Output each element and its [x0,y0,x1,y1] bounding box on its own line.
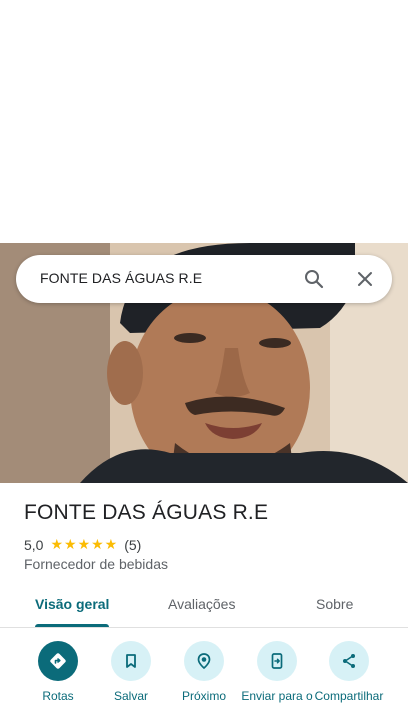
review-count: (5) [124,536,142,553]
save-label: Salvar [113,689,148,703]
directions-icon [38,641,78,681]
share-icon [329,641,369,681]
share-button[interactable]: Compartilhar [311,641,387,704]
save-button[interactable]: Salvar [93,641,169,704]
search-query[interactable]: FONTE DAS ÁGUAS R.E [40,270,202,286]
star-rating-icon: ★★★★★ [50,536,119,552]
close-icon[interactable] [353,267,377,291]
map-blank-area [0,0,408,243]
search-icon[interactable] [302,267,326,291]
tab-reviews[interactable]: Avaliações [168,596,235,612]
directions-button[interactable]: Rotas [20,641,96,704]
directions-label: Rotas [42,689,74,703]
send-to-phone-label: Enviar para o [241,689,313,703]
nearby-icon [184,641,224,681]
bookmark-icon [111,641,151,681]
tab-bar: Visão geral Avaliações Sobre [0,586,408,628]
rating-row[interactable]: 5,0 ★★★★★ (5) [24,536,141,553]
nearby-label: Próximo [181,689,226,703]
tab-about[interactable]: Sobre [316,596,353,612]
send-to-phone-button[interactable]: Enviar para o [239,641,315,704]
place-category: Fornecedor de bebidas [24,556,168,572]
place-title: FONTE DAS ÁGUAS R.E [24,501,269,524]
search-bar[interactable]: FONTE DAS ÁGUAS R.E [16,255,392,303]
share-label: Compartilhar [314,689,384,703]
nearby-button[interactable]: Próximo [166,641,242,704]
rating-value: 5,0 [24,536,44,553]
send-to-phone-icon [257,641,297,681]
active-tab-indicator [35,624,109,627]
tab-overview[interactable]: Visão geral [35,596,109,612]
